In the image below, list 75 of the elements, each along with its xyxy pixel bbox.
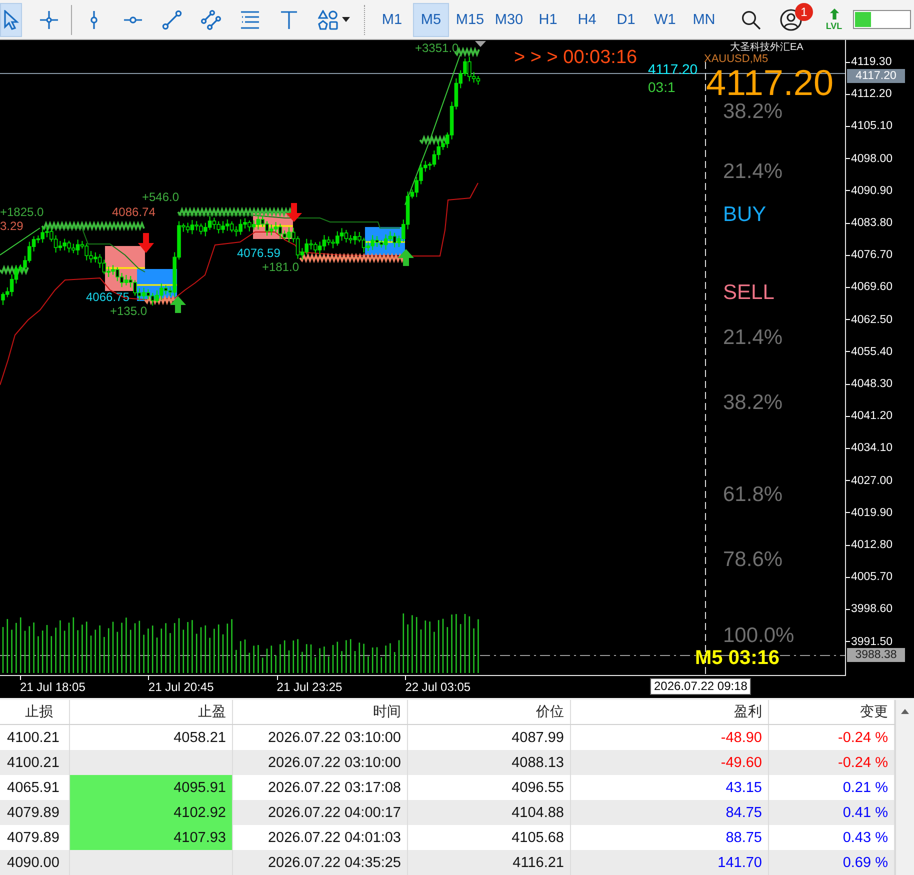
table-cell: 4107.93 <box>70 825 233 850</box>
cursor-time-label: 2026.07.22 09:18 <box>650 678 752 695</box>
trade-label: 4076.59 <box>237 246 280 260</box>
timeframe-tab[interactable]: M1 <box>374 2 410 36</box>
fib-level-label: 100.0% <box>723 625 794 647</box>
table-row[interactable]: 4090.00 2026.07.22 04:35:25 4116.21 141.70 0.69 % <box>0 850 895 875</box>
table-cell: 4095.91 <box>70 775 233 800</box>
timeframe-tab[interactable]: M15 <box>452 2 488 36</box>
up-arrow-icon <box>828 8 840 20</box>
cursor-tool-button[interactable] <box>0 2 22 36</box>
fib-level-label: 21.4% <box>723 327 783 349</box>
column-header[interactable]: 价位 <box>408 700 571 724</box>
current-price-tag: 4117.20 <box>847 69 905 83</box>
zigzag-line <box>0 264 29 276</box>
trade-label: +3351.0 <box>415 41 459 55</box>
timeframe-tab[interactable]: H1 <box>530 2 566 36</box>
fib-level-label: 38.2% <box>723 392 783 414</box>
trade-label: +181.0 <box>262 260 300 274</box>
table-row[interactable]: 4100.21 2026.07.22 03:10:00 4088.13 -49.60 -0.24 % <box>0 750 895 775</box>
table-cell: 141.70 <box>571 850 769 875</box>
timeframe-tab[interactable]: MN <box>686 2 722 36</box>
zigzag-line <box>144 294 178 306</box>
timeframe-tab[interactable]: D1 <box>608 2 644 36</box>
column-header[interactable]: 时间 <box>233 700 408 724</box>
timeframe-tab[interactable]: H4 <box>569 2 605 36</box>
sell-label: SELL <box>723 282 774 304</box>
trade-label: +135.0 <box>110 304 148 318</box>
countdown-text: > > > 00:03:16 <box>514 48 638 67</box>
column-header[interactable]: 止损 <box>0 700 70 724</box>
trend-line-icon <box>162 10 182 30</box>
fib-level-label: 38.2% <box>723 101 783 123</box>
timeframe-tab[interactable]: W1 <box>647 2 683 36</box>
shapes-icon <box>318 10 338 30</box>
down-arrow-icon <box>138 233 154 253</box>
trade-label: 4066.75 <box>86 290 130 304</box>
table-row[interactable]: 4079.89 4102.92 2026.07.22 04:00:17 4104.88 84.75 0.41 % <box>0 800 895 825</box>
parallel-lines-icon <box>201 10 221 30</box>
timeframe-tab[interactable]: M5 <box>413 2 449 36</box>
fib-level-label: 61.8% <box>723 484 783 506</box>
search-icon <box>741 10 761 30</box>
arrow-cursor-icon <box>1 10 21 30</box>
timeframe-tab[interactable]: M30 <box>491 2 527 36</box>
buy-label: BUY <box>723 204 766 226</box>
fib-level-label: 21.4% <box>723 161 783 183</box>
column-header[interactable]: 盈利 <box>571 700 769 724</box>
trade-label: 3.29 <box>0 219 24 233</box>
fib-level-label: 78.6% <box>723 549 783 571</box>
up-triangle-icon[interactable] <box>901 709 909 714</box>
text-tool-icon <box>279 10 299 30</box>
timeframe-timer: M5 03:16 <box>695 648 780 668</box>
table-cell: 2026.07.22 04:35:25 <box>233 850 408 875</box>
zigzag-line <box>419 134 449 146</box>
ea-name-label: 大圣科技外汇EA <box>730 42 804 53</box>
crosshair-icon <box>39 10 59 30</box>
user-icon <box>780 8 802 30</box>
triangle-icon <box>475 41 486 47</box>
trade-label: 4086.74 <box>112 205 156 219</box>
price-display: 4117.20 <box>706 65 834 101</box>
table-cell: 4090.00 <box>0 850 70 875</box>
column-header[interactable]: 止盈 <box>70 700 233 724</box>
up-arrow-icon <box>398 249 414 266</box>
caret-icon <box>342 17 350 22</box>
table-cell: 4116.21 <box>408 850 571 875</box>
price-tag: 3988.38 <box>847 648 905 662</box>
level-lines-icon <box>240 10 260 30</box>
trade-label: +1825.0 <box>0 205 44 219</box>
up-arrow-icon <box>170 296 186 313</box>
bar-timer: 03:1 <box>648 80 676 95</box>
scrollbar[interactable] <box>895 700 914 875</box>
symbol-label: XAUUSD,M5 <box>704 53 768 65</box>
table-cell: 4102.92 <box>70 800 233 825</box>
down-arrow-icon <box>286 203 302 222</box>
notification-badge: 1 <box>795 2 813 20</box>
bid-price: 4117.20 <box>648 62 698 77</box>
trade-label: +546.0 <box>142 190 180 204</box>
